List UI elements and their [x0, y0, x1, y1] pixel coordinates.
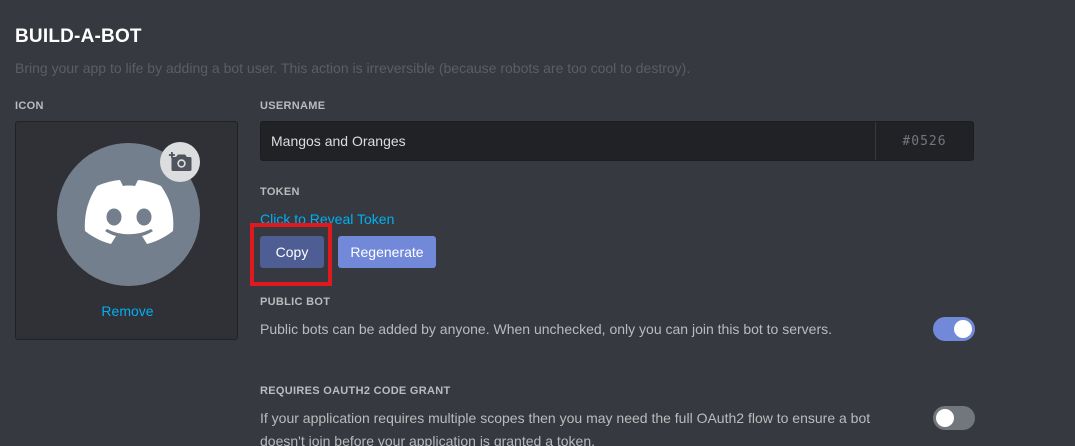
- toggle-knob: [936, 409, 954, 427]
- regenerate-token-button[interactable]: Regenerate: [338, 236, 436, 268]
- public-bot-toggle[interactable]: [933, 317, 975, 341]
- page-title: BUILD-A-BOT: [15, 26, 142, 47]
- username-input[interactable]: [261, 122, 875, 160]
- username-label: USERNAME: [260, 100, 326, 112]
- discriminator-badge: #0526: [875, 122, 973, 160]
- discord-logo-icon: [84, 179, 173, 244]
- bot-settings-page: BUILD-A-BOT Bring your app to life by ad…: [0, 0, 1075, 446]
- copy-token-button[interactable]: Copy: [260, 236, 324, 268]
- toggle-knob: [954, 320, 972, 338]
- icon-upload-area[interactable]: Remove: [15, 121, 238, 340]
- remove-icon-link[interactable]: Remove: [16, 303, 239, 319]
- reveal-token-link[interactable]: Click to Reveal Token: [260, 211, 394, 227]
- oauth2-grant-description: If your application requires multiple sc…: [260, 410, 871, 446]
- public-bot-description: Public bots can be added by anyone. When…: [260, 321, 833, 337]
- username-field: #0526: [260, 121, 974, 161]
- oauth2-grant-label: REQUIRES OAUTH2 CODE GRANT: [260, 385, 451, 397]
- token-label: TOKEN: [260, 186, 300, 198]
- public-bot-label: PUBLIC BOT: [260, 296, 331, 308]
- page-subtitle: Bring your app to life by adding a bot u…: [15, 60, 691, 76]
- icon-label: ICON: [15, 100, 44, 112]
- camera-plus-icon[interactable]: [160, 142, 200, 182]
- oauth2-grant-toggle[interactable]: [933, 406, 975, 430]
